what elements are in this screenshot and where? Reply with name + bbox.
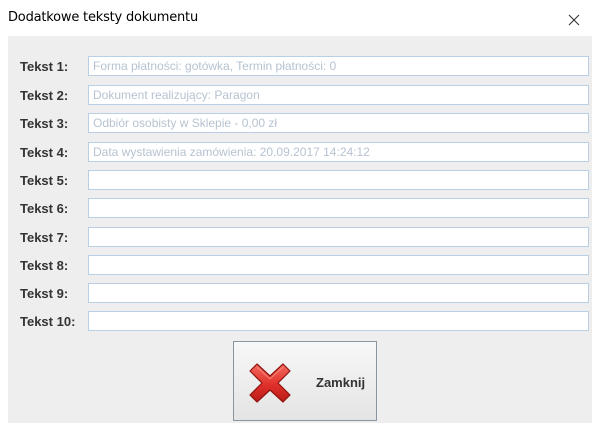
text-row-8: Tekst 8:	[8, 255, 592, 277]
text-field-1[interactable]	[88, 56, 589, 76]
text-label-3: Tekst 3:	[20, 116, 69, 131]
text-label-6: Tekst 6:	[20, 201, 69, 216]
text-row-2: Tekst 2:	[8, 85, 592, 107]
text-row-1: Tekst 1:	[8, 56, 592, 78]
text-row-7: Tekst 7:	[8, 227, 592, 249]
text-field-3[interactable]	[88, 113, 589, 133]
text-field-10[interactable]	[88, 311, 589, 331]
form-panel: Tekst 1: Tekst 2: Tekst 3: Tekst 4: Teks…	[8, 36, 592, 423]
close-button[interactable]: Zamknij	[233, 341, 377, 421]
text-row-10: Tekst 10:	[8, 311, 592, 333]
text-row-5: Tekst 5:	[8, 170, 592, 192]
text-field-6[interactable]	[88, 198, 589, 218]
window-close-button[interactable]	[556, 0, 592, 36]
text-label-10: Tekst 10:	[20, 314, 76, 329]
window-title: Dodatkowe teksty dokumentu	[8, 10, 198, 25]
text-row-4: Tekst 4:	[8, 142, 592, 164]
close-icon	[568, 14, 580, 26]
red-x-icon	[249, 363, 291, 403]
close-button-label: Zamknij	[316, 375, 366, 390]
text-label-4: Tekst 4:	[20, 145, 69, 160]
text-label-2: Tekst 2:	[20, 88, 69, 103]
text-field-9[interactable]	[88, 283, 589, 303]
title-bar[interactable]: Dodatkowe teksty dokumentu	[0, 0, 592, 36]
text-field-2[interactable]	[88, 85, 589, 105]
text-field-4[interactable]	[88, 142, 589, 162]
text-row-9: Tekst 9:	[8, 283, 592, 305]
text-label-1: Tekst 1:	[20, 59, 69, 74]
text-field-8[interactable]	[88, 255, 589, 275]
text-field-7[interactable]	[88, 227, 589, 247]
text-label-8: Tekst 8:	[20, 258, 69, 273]
text-label-7: Tekst 7:	[20, 230, 69, 245]
text-row-3: Tekst 3:	[8, 113, 592, 135]
dialog-window: Dodatkowe teksty dokumentu Tekst 1: Teks…	[0, 0, 592, 423]
text-label-5: Tekst 5:	[20, 173, 69, 188]
text-row-6: Tekst 6:	[8, 198, 592, 220]
text-label-9: Tekst 9:	[20, 286, 69, 301]
text-field-5[interactable]	[88, 170, 589, 190]
